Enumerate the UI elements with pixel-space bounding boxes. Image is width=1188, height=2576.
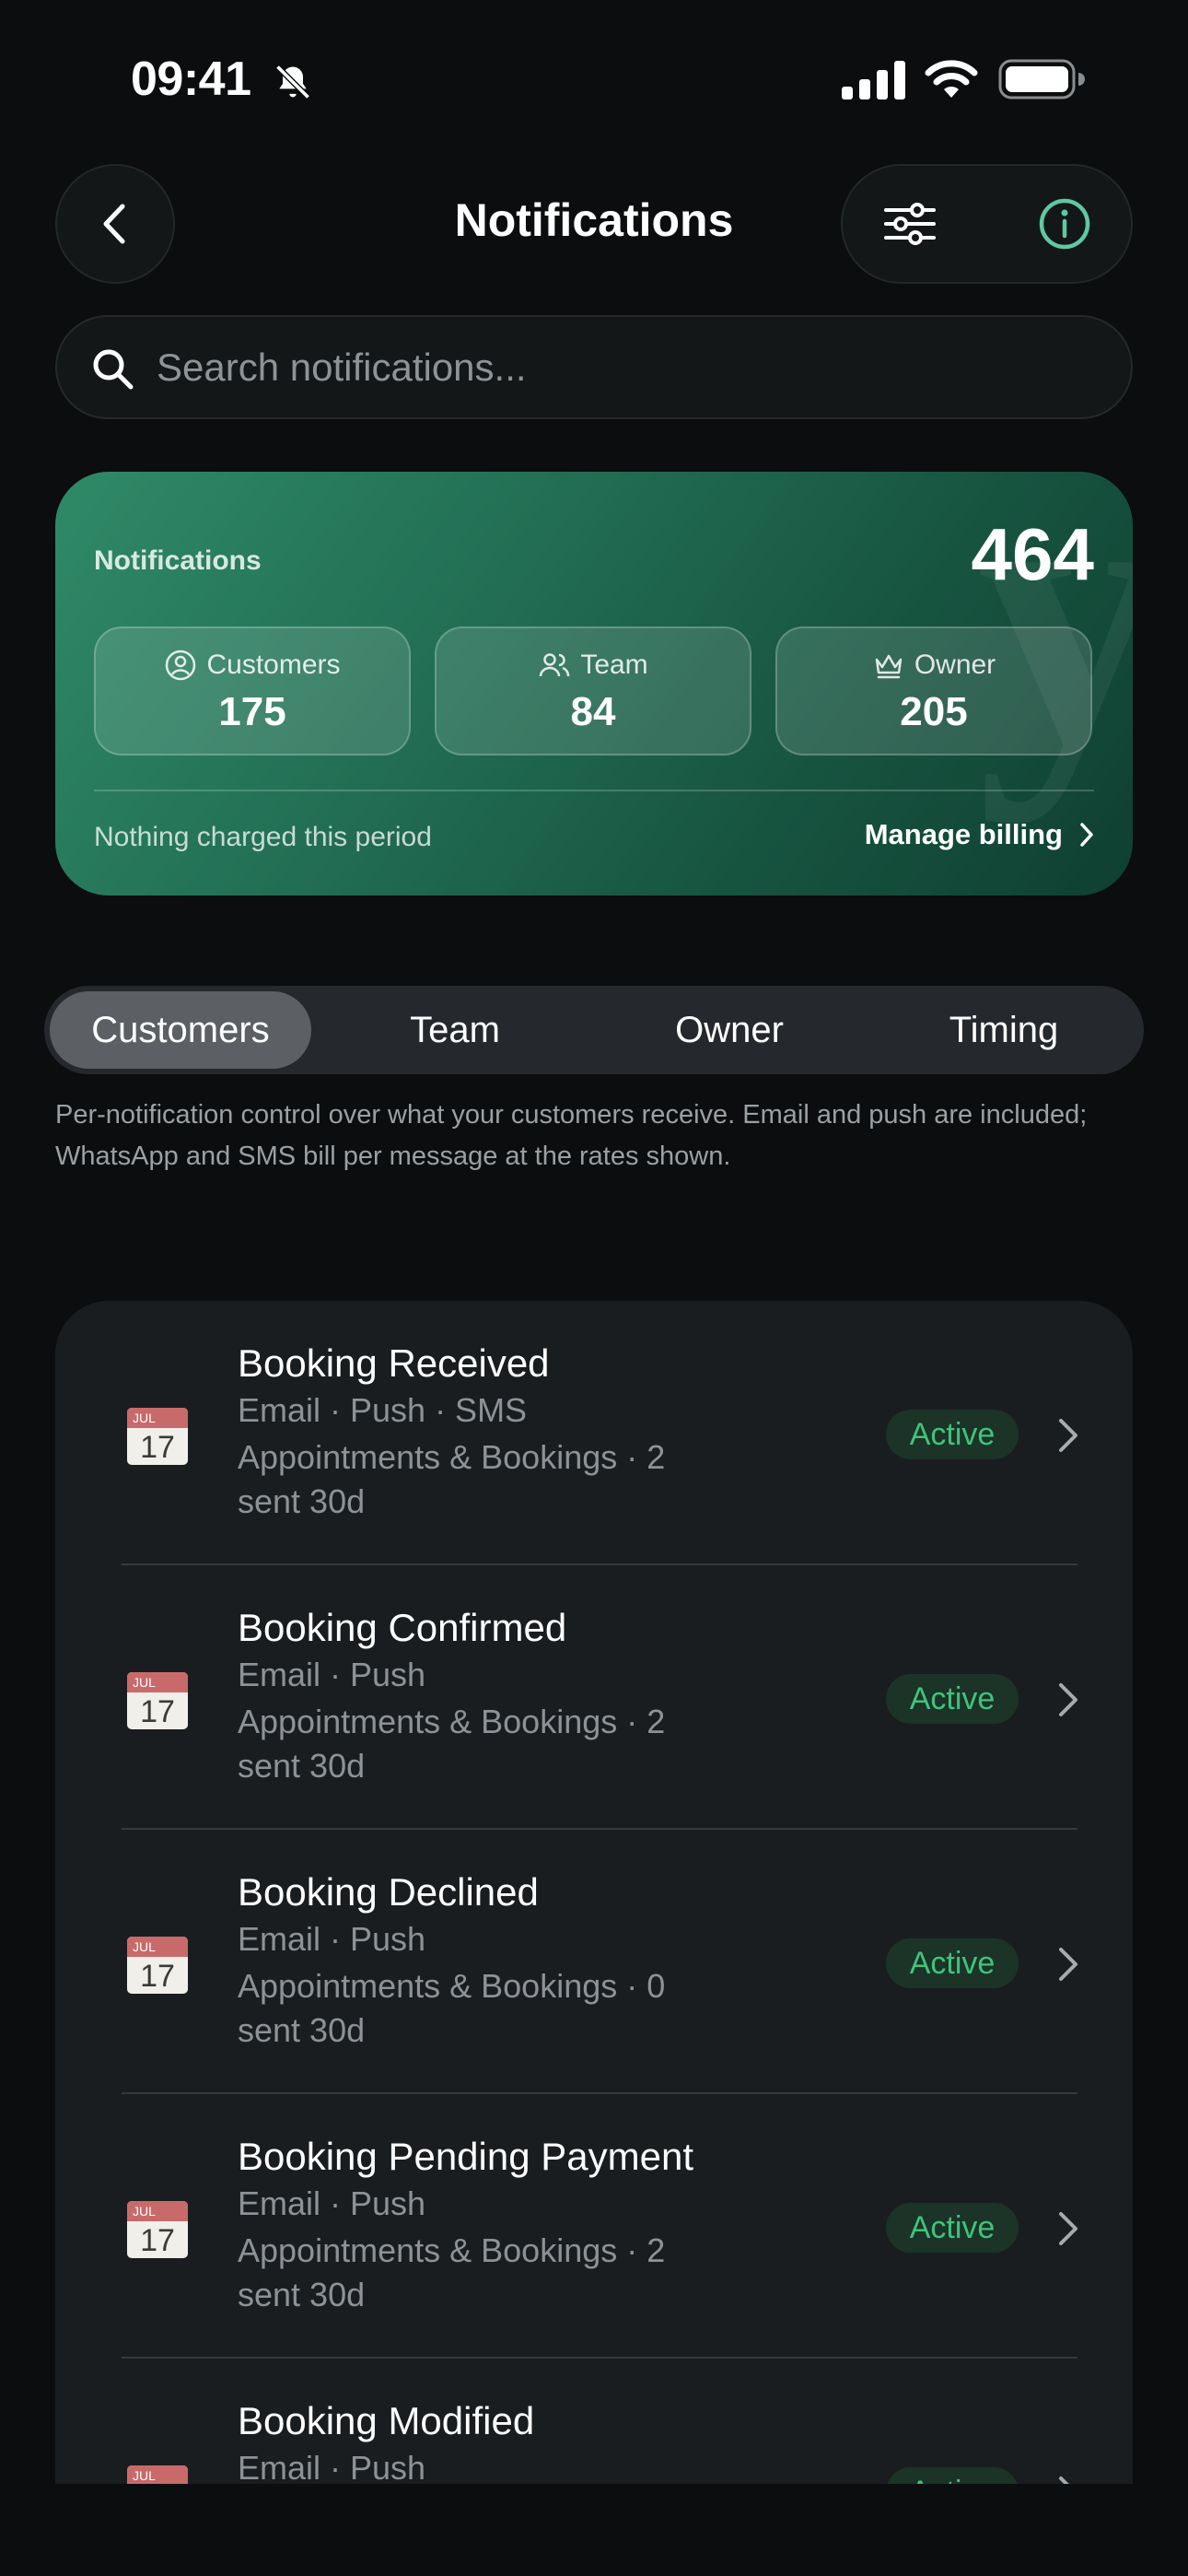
card-divider [94, 790, 1094, 791]
status-badge: Active [886, 2467, 1019, 2484]
back-button[interactable] [55, 164, 175, 284]
tab-owner[interactable]: Owner [599, 991, 860, 1069]
bell-muted-icon [275, 64, 310, 100]
info-button[interactable] [1034, 193, 1095, 254]
notification-title: Booking Pending Payment [238, 2135, 693, 2178]
tab-description: Per-notification control over what your … [55, 1100, 1088, 1171]
stat-customers[interactable]: Customers 175 [94, 626, 411, 755]
tab-team[interactable]: Team [324, 991, 586, 1069]
audience-tabs: Customers Team Owner Timing [44, 986, 1144, 1074]
notification-row[interactable]: JUL 17 Booking Pending Payment Email · P… [55, 2094, 1133, 2359]
manage-billing-label: Manage billing [864, 818, 1063, 850]
user-circle-icon [166, 650, 196, 681]
info-icon [1039, 198, 1090, 250]
tab-timing[interactable]: Timing [873, 991, 1135, 1069]
notification-title: Booking Declined [238, 1870, 539, 1914]
svg-text:17: 17 [140, 1694, 175, 1729]
svg-text:17: 17 [140, 2223, 175, 2258]
chevron-right-icon [1059, 1948, 1077, 1981]
stat-team[interactable]: Team 84 [435, 626, 751, 755]
svg-text:JUL: JUL [133, 2468, 156, 2483]
notification-meta: Appointments & Bookings · 2 sent 30d [238, 2231, 666, 2313]
svg-text:JUL: JUL [133, 1939, 156, 1954]
chevron-left-icon [103, 204, 125, 244]
notification-row[interactable]: JUL 17 Booking Declined Email · Push App… [55, 1830, 1133, 2094]
chevron-right-icon [1080, 823, 1093, 847]
sliders-icon [884, 203, 936, 245]
stat-team-label: Team [580, 650, 648, 680]
crown-icon [875, 654, 903, 679]
notification-meta: Appointments & Bookings · 2 sent 30d [238, 1438, 666, 1520]
calendar-icon: JUL 17 [127, 1937, 188, 1994]
search-icon [93, 349, 134, 390]
battery-icon [998, 59, 1085, 100]
calendar-icon: JUL 17 [127, 2201, 188, 2258]
wifi-icon [925, 60, 978, 98]
stat-owner[interactable]: Owner 205 [775, 626, 1092, 755]
status-bar: 09:41 [0, 0, 1188, 161]
svg-text:JUL: JUL [133, 2204, 156, 2219]
notification-row[interactable]: JUL 17 Booking Confirmed Email · Push Ap… [55, 1565, 1133, 1830]
notification-row[interactable]: JUL 17 Booking Received Email · Push · S… [55, 1301, 1133, 1565]
notification-list: JUL 17 Booking Received Email · Push · S… [55, 1301, 1133, 2484]
notification-channels: Email · Push · SMS [238, 1391, 528, 1429]
stat-customers-label: Customers [206, 650, 341, 680]
calendar-icon: JUL 17 [127, 1408, 188, 1465]
calendar-icon: JUL 17 [127, 2465, 188, 2484]
svg-text:JUL: JUL [133, 1411, 156, 1425]
notification-channels: Email · Push [238, 2184, 426, 2222]
status-badge: Active [886, 1410, 1019, 1459]
summary-total: 464 [971, 513, 1094, 595]
status-badge: Active [886, 1938, 1019, 1988]
notification-meta: Appointments & Bookings · 2 sent 30d [238, 1703, 666, 1785]
page-title: Notifications [454, 194, 734, 246]
svg-text:17: 17 [140, 1959, 175, 1994]
tab-customers[interactable]: Customers [50, 991, 311, 1069]
notification-channels: Email · Push [238, 2449, 426, 2484]
notification-row[interactable]: JUL 17 Booking Modified Email · Push Act… [55, 2359, 1133, 2484]
search-bar[interactable] [55, 315, 1133, 419]
svg-text:JUL: JUL [133, 1675, 156, 1690]
notification-meta: Appointments & Bookings · 0 sent 30d [238, 1967, 666, 2049]
calendar-icon: JUL 17 [127, 1672, 188, 1729]
chevron-right-icon [1059, 2212, 1077, 2245]
status-badge: Active [886, 1674, 1019, 1724]
stat-owner-value: 205 [900, 689, 968, 734]
billing-note: Nothing charged this period [94, 822, 432, 852]
users-icon [540, 653, 570, 677]
notification-title: Booking Received [238, 1341, 550, 1385]
status-badge: Active [886, 2203, 1019, 2253]
notifications-screen: 09:41 Notifications Search notifications… [0, 0, 1188, 2576]
header-actions [841, 164, 1133, 284]
svg-text:17: 17 [140, 1430, 175, 1465]
notifications-summary-card: y Notifications 464 Customers 175 Team 8… [55, 472, 1133, 896]
manage-billing-link[interactable]: Manage billing [865, 818, 1094, 851]
notification-channels: Email · Push [238, 1920, 426, 1958]
status-time: 09:41 [131, 53, 251, 106]
stat-team-value: 84 [570, 689, 616, 734]
chevron-right-icon [1059, 1419, 1077, 1452]
summary-label: Notifications [94, 545, 262, 576]
notification-title: Booking Confirmed [238, 1606, 567, 1649]
chevron-right-icon [1059, 2476, 1069, 2484]
notification-channels: Email · Push [238, 1656, 426, 1693]
notification-title: Booking Modified [238, 2399, 535, 2442]
search-input[interactable] [155, 337, 1079, 398]
stat-owner-label: Owner [914, 650, 996, 680]
cellular-signal-icon [842, 61, 905, 100]
filter-button[interactable] [879, 193, 940, 254]
chevron-right-icon [1059, 1683, 1077, 1716]
stat-customers-value: 175 [218, 689, 286, 734]
